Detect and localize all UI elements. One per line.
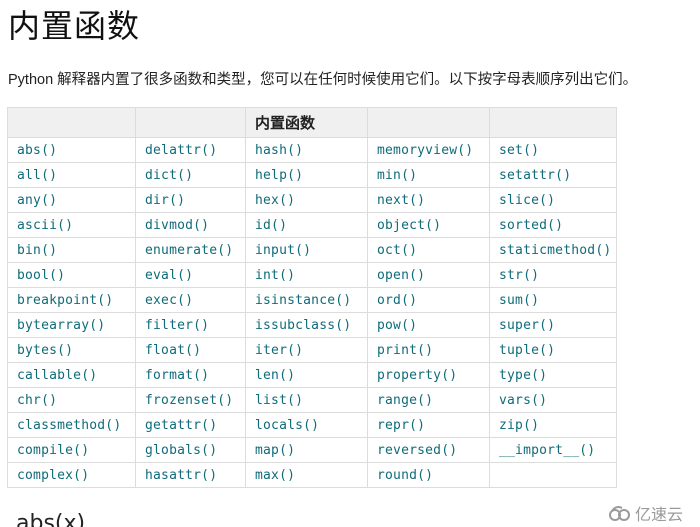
function-link[interactable]: hex() [245,187,368,213]
function-link[interactable]: classmethod() [7,412,136,438]
function-link[interactable]: iter() [245,337,368,363]
function-link[interactable]: abs() [7,137,136,163]
function-link[interactable]: reversed() [367,437,490,463]
function-link[interactable]: enumerate() [135,237,246,263]
builtin-functions-table: 内置函数 abs() delattr() hash() memoryview() set… [7,107,617,488]
function-link[interactable]: ord() [367,287,490,313]
cloud-logo-icon [608,505,632,521]
function-link[interactable]: zip() [489,412,617,438]
function-link[interactable]: all() [7,162,136,188]
function-link[interactable]: id() [245,212,368,238]
function-link[interactable]: min() [367,162,490,188]
function-link[interactable]: hash() [245,137,368,163]
function-link[interactable]: issubclass() [245,312,368,338]
function-link[interactable]: frozenset() [135,387,246,413]
table-row: bin() enumerate() input() oct() staticmethod… [7,237,617,263]
function-link[interactable]: open() [367,262,490,288]
function-link[interactable]: dir() [135,187,246,213]
table-row: abs() delattr() hash() memoryview() set() [7,137,617,163]
function-link[interactable]: bytes() [7,337,136,363]
function-link[interactable]: print() [367,337,490,363]
function-link[interactable]: help() [245,162,368,188]
watermark: 亿速云 [608,501,683,525]
function-link[interactable]: super() [489,312,617,338]
function-link[interactable]: next() [367,187,490,213]
table-header-cell [135,107,246,138]
function-link[interactable]: getattr() [135,412,246,438]
function-link[interactable]: delattr() [135,137,246,163]
function-link[interactable]: slice() [489,187,617,213]
function-link[interactable]: ascii() [7,212,136,238]
function-link[interactable]: hasattr() [135,462,246,488]
function-link[interactable]: tuple() [489,337,617,363]
function-link[interactable]: setattr() [489,162,617,188]
table-row: breakpoint() exec() isinstance() ord() sum() [7,287,617,313]
function-link[interactable]: list() [245,387,368,413]
function-link[interactable]: callable() [7,362,136,388]
function-link[interactable]: bool() [7,262,136,288]
function-link[interactable]: locals() [245,412,368,438]
table-row: complex() hasattr() max() round() [7,462,617,488]
table-row: ascii() divmod() id() object() sorted() [7,212,617,238]
function-link[interactable]: sorted() [489,212,617,238]
function-link[interactable]: pow() [367,312,490,338]
table-row: compile() globals() map() reversed() __impor… [7,437,617,463]
function-link[interactable]: compile() [7,437,136,463]
table-header-cell: 内置函数 [245,107,368,138]
function-link[interactable]: chr() [7,387,136,413]
function-link[interactable]: filter() [135,312,246,338]
function-link[interactable]: staticmethod() [489,237,617,263]
table-header-row: 内置函数 [7,107,617,138]
function-link[interactable]: set() [489,137,617,163]
function-link[interactable]: complex() [7,462,136,488]
function-link[interactable]: eval() [135,262,246,288]
function-link[interactable]: memoryview() [367,137,490,163]
function-link[interactable]: globals() [135,437,246,463]
function-link[interactable]: round() [367,462,490,488]
table-row: bool() eval() int() open() str() [7,262,617,288]
table-header-cell [489,107,617,138]
function-link[interactable]: isinstance() [245,287,368,313]
function-link[interactable]: object() [367,212,490,238]
function-link[interactable]: bin() [7,237,136,263]
table-row: classmethod() getattr() locals() repr() zip(… [7,412,617,438]
function-link[interactable]: type() [489,362,617,388]
function-link[interactable]: input() [245,237,368,263]
table-row: chr() frozenset() list() range() vars() [7,387,617,413]
function-link[interactable]: bytearray() [7,312,136,338]
table-row: all() dict() help() min() setattr() [7,162,617,188]
watermark-text: 亿速云 [635,505,684,524]
table-row: any() dir() hex() next() slice() [7,187,617,213]
empty-cell [489,462,617,488]
function-link[interactable]: oct() [367,237,490,263]
function-link[interactable]: divmod() [135,212,246,238]
function-link[interactable]: str() [489,262,617,288]
function-link[interactable]: map() [245,437,368,463]
table-header-cell [367,107,490,138]
function-link[interactable]: exec() [135,287,246,313]
function-link[interactable]: range() [367,387,490,413]
function-link[interactable]: sum() [489,287,617,313]
table-header-cell [7,107,136,138]
next-section-heading: abs(x) [16,512,86,527]
function-link[interactable]: property() [367,362,490,388]
table-row: callable() format() len() property() type() [7,362,617,388]
intro-paragraph: Python 解释器内置了很多函数和类型，您可以在任何时候使用它们。以下按字母表… [8,72,638,88]
function-link[interactable]: any() [7,187,136,213]
function-link[interactable]: __import__() [489,437,617,463]
table-row: bytes() float() iter() print() tuple() [7,337,617,363]
function-link[interactable]: float() [135,337,246,363]
page-title: 内置函数 [8,7,141,45]
function-link[interactable]: len() [245,362,368,388]
function-link[interactable]: max() [245,462,368,488]
function-link[interactable]: dict() [135,162,246,188]
function-link[interactable]: vars() [489,387,617,413]
function-link[interactable]: breakpoint() [7,287,136,313]
function-link[interactable]: format() [135,362,246,388]
function-link[interactable]: repr() [367,412,490,438]
function-link[interactable]: int() [245,262,368,288]
table-row: bytearray() filter() issubclass() pow() supe… [7,312,617,338]
